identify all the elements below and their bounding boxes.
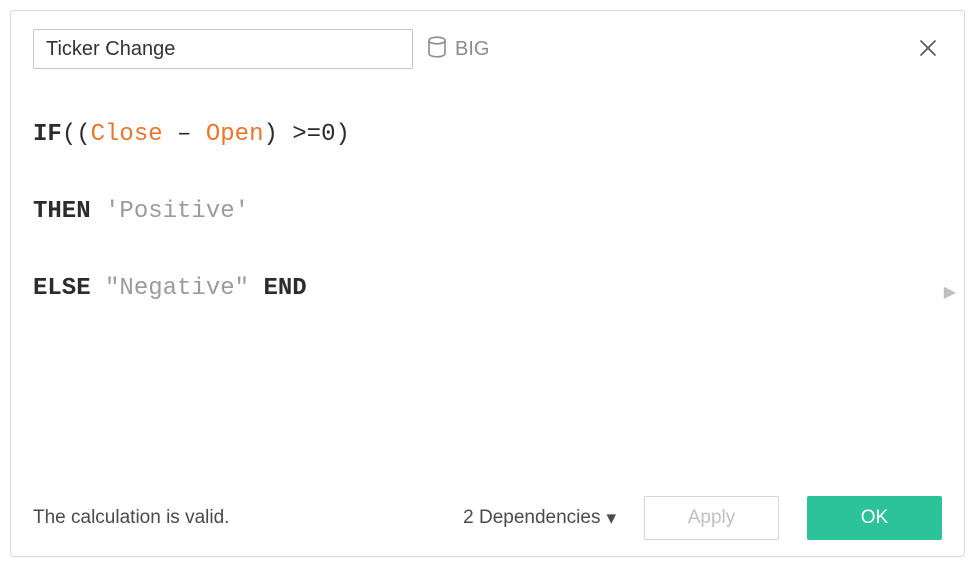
dependencies-dropdown[interactable]: 2 Dependencies ▾	[463, 507, 616, 530]
formula-token-kw: ELSE	[33, 275, 91, 302]
apply-button[interactable]: Apply	[644, 496, 779, 540]
formula-token-field: Open	[206, 121, 264, 148]
formula-editor-wrap: IF((Close – Open) >=0) THEN 'Positive' ELS…	[33, 96, 942, 488]
datasource-label: BIG	[455, 39, 489, 59]
caret-down-icon: ▾	[606, 507, 616, 530]
close-icon	[918, 38, 938, 61]
formula-token-plain: ) >=0)	[263, 121, 349, 148]
dependencies-label: 2 Dependencies	[463, 507, 600, 529]
formula-editor[interactable]: IF((Close – Open) >=0) THEN 'Positive' ELS…	[33, 96, 942, 488]
close-button[interactable]	[914, 35, 942, 63]
formula-token-plain	[249, 275, 263, 302]
chevron-right-icon: ▶	[944, 284, 956, 301]
dialog-footer: The calculation is valid. 2 Dependencies…	[33, 488, 942, 540]
expand-handle[interactable]: ▶	[944, 282, 956, 302]
formula-token-plain	[91, 198, 105, 225]
formula-token-kw: IF	[33, 121, 62, 148]
ok-button[interactable]: OK	[807, 496, 942, 540]
formula-token-plain: ((	[62, 121, 91, 148]
database-icon	[427, 36, 447, 62]
formula-token-field: Close	[91, 121, 163, 148]
dialog-header: BIG	[33, 29, 942, 69]
calculated-field-dialog: BIG IF((Close – Open) >=0) THEN 'Positive…	[10, 10, 965, 557]
formula-token-plain: –	[163, 121, 206, 148]
calc-name-input[interactable]	[33, 29, 413, 69]
formula-token-str: 'Positive'	[105, 198, 249, 225]
formula-token-kw: END	[263, 275, 306, 302]
formula-token-kw: THEN	[33, 198, 91, 225]
validation-status: The calculation is valid.	[33, 507, 229, 529]
datasource-picker[interactable]: BIG	[427, 36, 489, 62]
formula-token-str: "Negative"	[105, 275, 249, 302]
formula-token-plain	[91, 275, 105, 302]
